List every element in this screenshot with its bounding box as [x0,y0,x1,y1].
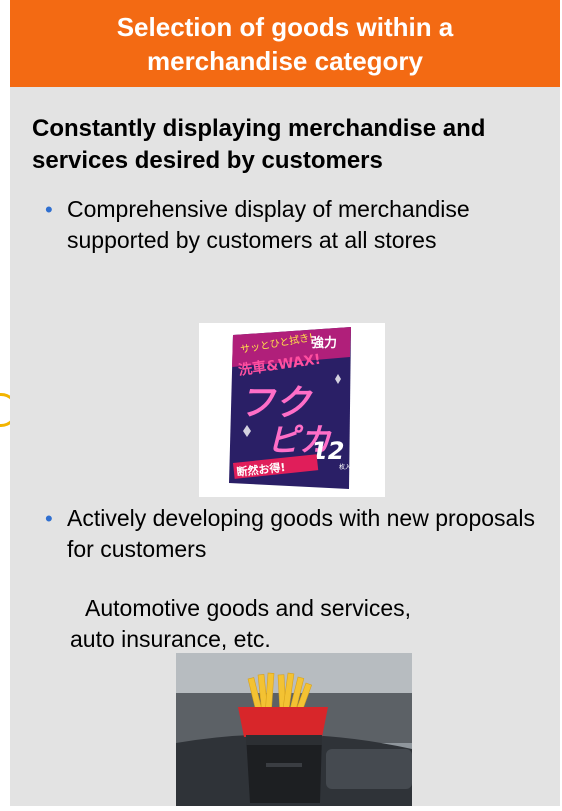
bullet-dot-icon: • [45,506,53,531]
bullet-text: Actively developing goods with new propo… [67,505,535,562]
page-title: Selection of goods within a merchandise … [116,11,454,76]
note-line: auto insurance, etc. [70,626,271,652]
product-package-image: サッとひと拭き! 強力 洗車&WAX! フク ピカ 12 枚入 断然お得! [199,323,385,497]
example-note: Automotive goods and services, auto insu… [70,593,550,655]
bullet-item: • Comprehensive display of merchandise s… [45,194,557,256]
header-bar: Selection of goods within a merchandise … [10,0,560,87]
car-cupholder-image [176,653,412,806]
content-panel: Selection of goods within a merchandise … [10,0,560,806]
bullet-text: Comprehensive display of merchandise sup… [67,196,470,253]
section-heading: Constantly displaying merchandise and se… [32,115,486,174]
package-strength-text: 強力 [311,335,337,351]
package-big-text-1: フク [239,383,313,424]
note-line: Automotive goods and services, [85,595,412,621]
bullet-item: • Actively developing goods with new pro… [45,503,557,565]
package-count-unit: 枚入 [339,463,351,471]
bullet-dot-icon: • [45,197,53,222]
